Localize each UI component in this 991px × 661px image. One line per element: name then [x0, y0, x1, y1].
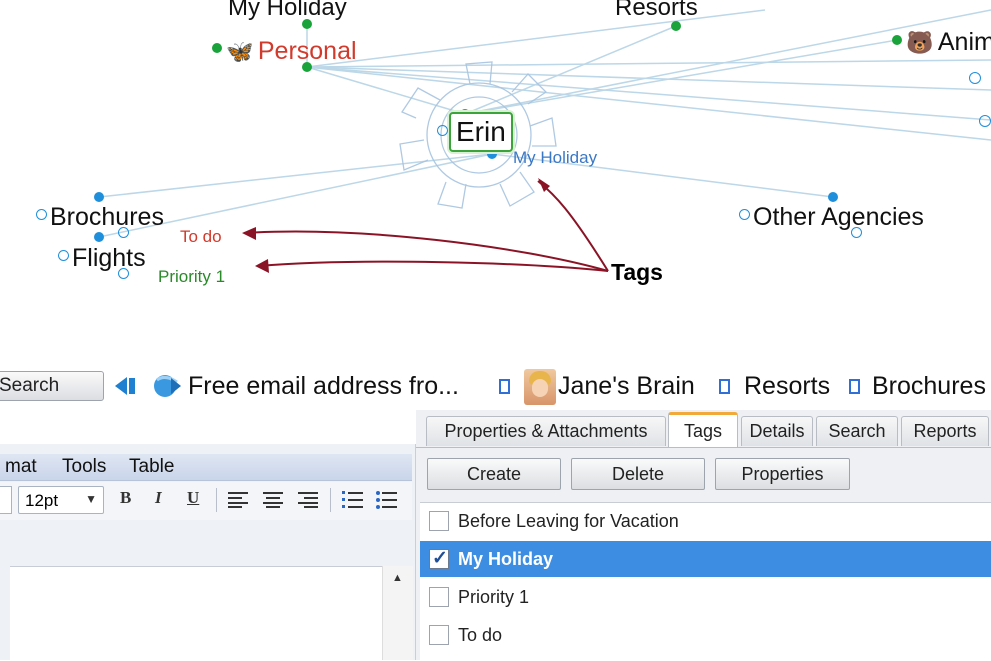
globe-icon — [151, 370, 183, 402]
graph-links — [98, 9, 991, 273]
node-dot — [212, 43, 222, 53]
thought-my-holiday-top[interactable]: My Holiday — [228, 0, 347, 22]
node-ring — [969, 72, 981, 84]
tag-row[interactable]: To do — [420, 617, 991, 653]
central-thought-erin[interactable]: Erin — [449, 112, 513, 152]
central-thought-label: Erin — [456, 116, 506, 147]
pin-janes-brain[interactable]: Jane's Brain — [558, 372, 695, 401]
editor-menubar: mat Tools Table — [0, 454, 412, 481]
thought-personal-label: Personal — [257, 37, 357, 65]
underline-button[interactable]: U — [187, 488, 199, 508]
annotation-tags: Tags — [611, 259, 663, 285]
menu-format[interactable]: mat — [5, 456, 37, 478]
tag-label: To do — [458, 625, 503, 645]
tag-row[interactable]: Before Leaving for Vacation — [420, 503, 991, 539]
toolbar-left-edge — [0, 486, 12, 514]
pin-separator — [499, 379, 510, 394]
chevron-down-icon: ▼ — [85, 492, 97, 506]
node-dot — [94, 192, 104, 202]
pin-bar: Search Free email address fro... Jane's … — [0, 366, 991, 410]
thought-animals-label: Anim — [937, 28, 991, 56]
tag-row[interactable]: Priority 1 — [420, 579, 991, 615]
scroll-up-icon[interactable]: ▲ — [392, 572, 403, 584]
node-ring — [739, 209, 750, 220]
search-button[interactable]: Search — [0, 371, 104, 401]
tag-label: My Holiday — [458, 549, 554, 569]
tag-list: Before Leaving for Vacation ✓ My Holiday… — [420, 502, 991, 661]
central-tag-label: My Holiday — [513, 148, 598, 167]
tag-label: Before Leaving for Vacation — [458, 511, 679, 531]
butterfly-icon: 🦋 — [226, 39, 254, 64]
avatar — [524, 369, 556, 405]
align-center-icon[interactable] — [263, 492, 285, 508]
node-ring — [851, 227, 862, 238]
toolbar-divider — [216, 488, 217, 512]
bear-icon: 🐻 — [906, 30, 934, 55]
tag-label: Priority 1 — [458, 587, 530, 607]
node-dot — [892, 35, 902, 45]
tab-reports[interactable]: Reports — [901, 416, 989, 446]
tab-search[interactable]: Search — [816, 416, 898, 446]
menu-table[interactable]: Table — [129, 456, 174, 478]
tab-divider — [416, 447, 991, 448]
tag-checkbox-checked[interactable]: ✓ — [429, 548, 449, 569]
thought-other-agencies[interactable]: Other Agencies — [753, 203, 924, 232]
delete-button[interactable]: Delete — [571, 458, 705, 490]
editor-toolbar: 12pt ▼ B I U — [0, 482, 412, 520]
tab-properties-attachments[interactable]: Properties & Attachments — [426, 416, 666, 446]
thought-personal[interactable]: 🦋 Personal — [226, 37, 357, 66]
thought-brochures[interactable]: Brochures — [50, 203, 164, 232]
thought-graph[interactable]: My Holiday Resorts 🦋 Personal 🐻 Anim Eri… — [0, 0, 991, 360]
node-ring — [437, 125, 448, 136]
font-size-select[interactable]: 12pt ▼ — [18, 486, 104, 514]
pin-separator — [719, 379, 730, 394]
numbered-list-icon[interactable] — [342, 490, 364, 510]
tab-details[interactable]: Details — [741, 416, 813, 446]
align-left-icon[interactable] — [228, 492, 250, 508]
thought-animals[interactable]: 🐻 Anim — [906, 28, 991, 57]
tags-panel: Properties & Attachments Tags Details Se… — [416, 410, 991, 661]
check-icon: ✓ — [432, 548, 448, 569]
pin-brochures[interactable]: Brochures — [872, 372, 986, 401]
node-ring — [118, 227, 129, 238]
node-ring — [979, 115, 991, 127]
node-dot — [671, 21, 681, 31]
pin-resorts[interactable]: Resorts — [744, 372, 830, 401]
bullet-list-icon[interactable] — [376, 490, 398, 510]
thought-flights[interactable]: Flights — [72, 244, 146, 273]
tag-checkbox[interactable] — [429, 625, 449, 645]
tag-note-todo: To do — [180, 227, 222, 246]
tag-note-priority: Priority 1 — [158, 267, 226, 286]
tag-checkbox[interactable] — [429, 587, 449, 607]
scrollbar[interactable]: ▲ — [382, 566, 413, 660]
notes-editor: mat Tools Table 12pt ▼ B I U ▲ — [0, 444, 416, 661]
node-ring — [118, 268, 129, 279]
notes-text-area[interactable] — [10, 566, 382, 661]
font-size-value: 12pt — [25, 491, 59, 510]
thought-resorts-top[interactable]: Resorts — [615, 0, 698, 22]
pin-separator — [849, 379, 860, 394]
back-icon[interactable] — [113, 374, 139, 398]
node-ring — [58, 250, 69, 261]
tag-checkbox[interactable] — [429, 511, 449, 531]
node-dot — [94, 232, 104, 242]
bold-button[interactable]: B — [120, 488, 131, 508]
tab-tags[interactable]: Tags — [668, 412, 738, 448]
properties-button[interactable]: Properties — [715, 458, 850, 490]
node-dot — [828, 192, 838, 202]
node-ring — [36, 209, 47, 220]
italic-button[interactable]: I — [155, 488, 162, 508]
pin-email[interactable]: Free email address fro... — [188, 372, 459, 401]
tag-row-selected[interactable]: ✓ My Holiday — [420, 541, 991, 577]
create-button[interactable]: Create — [427, 458, 561, 490]
align-right-icon[interactable] — [298, 492, 320, 508]
menu-tools[interactable]: Tools — [62, 456, 106, 478]
toolbar-divider — [330, 488, 331, 512]
